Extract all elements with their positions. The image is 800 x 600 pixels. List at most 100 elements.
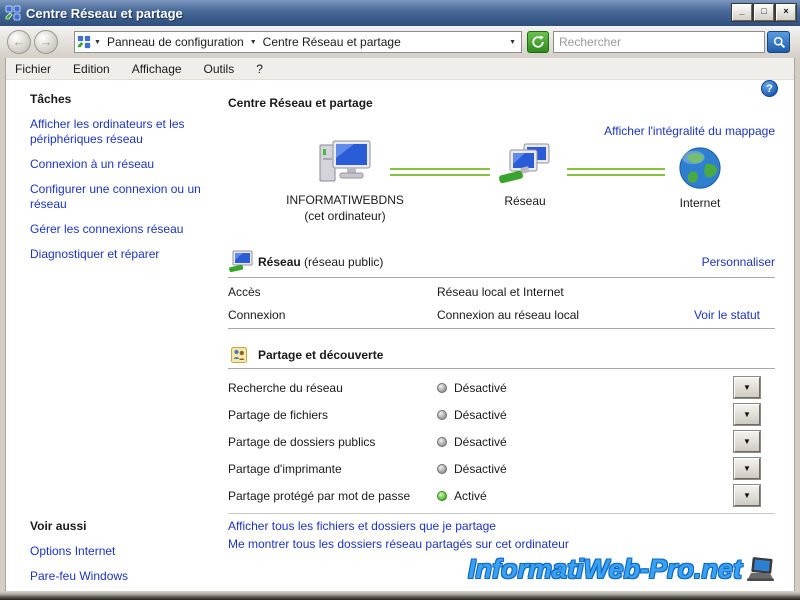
map-node-label: INFORMATIWEBDNS: [270, 193, 420, 207]
task-diagnose-repair[interactable]: Diagnostiquer et réparer: [30, 247, 215, 262]
show-shared-files-link[interactable]: Afficher tous les fichiers et dossiers q…: [228, 517, 569, 535]
access-row: Accès Réseau local et Internet: [228, 285, 775, 303]
status-dot: [437, 491, 447, 501]
task-view-computers[interactable]: Afficher les ordinateurs et les périphér…: [30, 117, 215, 147]
watermark-text: InformatiWeb-Pro.net: [468, 554, 742, 585]
network-small-icon: [228, 250, 254, 277]
globe-icon: [676, 145, 724, 191]
forward-button[interactable]: →: [34, 30, 58, 54]
map-node-label: Internet: [640, 196, 760, 210]
network-status-section: Réseau (réseau public) Personnaliser Acc…: [228, 250, 790, 330]
tasks-header: Tâches: [30, 92, 215, 106]
sharing-row-public-folder: Partage de dossiers publics Désactivé ▼: [228, 431, 775, 453]
status-dot: [437, 464, 447, 474]
chevron-down-icon[interactable]: ▼: [91, 39, 104, 46]
customize-link[interactable]: Personnaliser: [702, 255, 775, 269]
window-bottom-border: [0, 591, 800, 600]
expand-button[interactable]: ▼: [734, 377, 760, 398]
network-sharing-center-window: Centre Réseau et partage _ □ × ← → ▼ Pan…: [0, 0, 800, 600]
task-manage-connections[interactable]: Gérer les connexions réseau: [30, 222, 215, 237]
network-section-title: Réseau (réseau public): [258, 255, 383, 269]
map-node-internet[interactable]: Internet: [640, 145, 760, 210]
connection-value: Connexion au réseau local: [437, 308, 579, 322]
connection-row: Connexion Connexion au réseau local Voir…: [228, 308, 775, 326]
watermark: InformatiWeb-Pro.net: [468, 554, 776, 585]
help-icon[interactable]: ?: [761, 80, 778, 97]
view-status-link[interactable]: Voir le statut: [694, 308, 760, 322]
search-icon: [772, 35, 786, 49]
access-label: Accès: [228, 285, 261, 299]
menu-aide[interactable]: ?: [245, 60, 274, 78]
address-history-dropdown-icon[interactable]: ▼: [506, 39, 519, 46]
refresh-button[interactable]: [527, 31, 549, 53]
status-dot: [437, 437, 447, 447]
expand-button[interactable]: ▼: [734, 431, 760, 452]
menu-edition[interactable]: Edition: [62, 60, 121, 78]
address-network-icon: [77, 35, 91, 49]
sharing-row-network-discovery: Recherche du réseau Désactivé ▼: [228, 377, 775, 399]
expand-button[interactable]: ▼: [734, 485, 760, 506]
task-setup-connection[interactable]: Configurer une connexion ou un réseau: [30, 182, 215, 212]
status-text: Désactivé: [454, 462, 507, 476]
see-also-pane: Voir aussi Options Internet Pare-feu Win…: [30, 519, 215, 594]
sharing-row-password-protected: Partage protégé par mot de passe Activé …: [228, 485, 775, 507]
sharing-links: Afficher tous les fichiers et dossiers q…: [228, 517, 569, 553]
window-left-border: [0, 58, 6, 591]
status-text: Activé: [454, 489, 487, 503]
divider: [228, 513, 775, 514]
breadcrumb-root[interactable]: Panneau de configuration: [104, 35, 247, 49]
divider: [228, 277, 775, 278]
see-also-windows-firewall[interactable]: Pare-feu Windows: [30, 569, 215, 584]
tasks-pane: Tâches Afficher les ordinateurs et les p…: [30, 92, 215, 272]
expand-button[interactable]: ▼: [734, 404, 760, 425]
maximize-button[interactable]: □: [754, 4, 774, 21]
page-title: Centre Réseau et partage: [228, 96, 373, 110]
breadcrumb-current[interactable]: Centre Réseau et partage: [260, 35, 404, 49]
status-dot: [437, 383, 447, 393]
see-also-header: Voir aussi: [30, 519, 215, 533]
sharing-row-file-sharing: Partage de fichiers Désactivé ▼: [228, 404, 775, 426]
map-node-sublabel: (cet ordinateur): [270, 209, 420, 223]
sharing-row-label: Partage de dossiers publics: [228, 435, 375, 449]
status-text: Désactivé: [454, 435, 507, 449]
map-node-this-computer[interactable]: INFORMATIWEBDNS (cet ordinateur): [270, 140, 420, 223]
map-node-label: Réseau: [465, 194, 585, 208]
sharing-row-label: Partage protégé par mot de passe: [228, 489, 410, 503]
navigation-toolbar: ← → ▼ Panneau de configuration ▼ Centre …: [0, 26, 800, 59]
sharing-row-printer-sharing: Partage d'imprimante Désactivé ▼: [228, 458, 775, 480]
chevron-down-icon[interactable]: ▼: [247, 39, 260, 46]
laptop-icon: [746, 557, 776, 583]
address-bar[interactable]: ▼ Panneau de configuration ▼ Centre Rése…: [74, 31, 522, 53]
main-content: Centre Réseau et partage ? Afficher l'in…: [228, 80, 790, 592]
sharing-people-icon: [231, 347, 247, 366]
status-dot: [437, 410, 447, 420]
computer-icon: [316, 140, 374, 188]
sharing-section-title: Partage et découverte: [258, 348, 383, 362]
divider: [228, 328, 775, 329]
expand-button[interactable]: ▼: [734, 458, 760, 479]
search-input[interactable]: [553, 31, 765, 53]
menu-fichier[interactable]: Fichier: [4, 60, 62, 78]
status-text: Désactivé: [454, 381, 507, 395]
menu-outils[interactable]: Outils: [193, 60, 246, 78]
window-title: Centre Réseau et partage: [26, 6, 183, 21]
divider: [228, 368, 775, 369]
menu-bar: Fichier Edition Affichage Outils ?: [0, 58, 800, 80]
connection-label: Connexion: [228, 308, 285, 322]
search-button[interactable]: [767, 31, 790, 53]
see-also-internet-options[interactable]: Options Internet: [30, 544, 215, 559]
nav-buttons-group: ← →: [6, 29, 62, 55]
network-icon: [497, 143, 553, 189]
back-button[interactable]: ←: [7, 30, 31, 54]
menu-affichage[interactable]: Affichage: [121, 60, 193, 78]
network-app-icon: [5, 5, 21, 21]
show-shared-folders-link[interactable]: Me montrer tous les dossiers réseau part…: [228, 535, 569, 553]
task-connect-network[interactable]: Connexion à un réseau: [30, 157, 215, 172]
sharing-row-label: Partage de fichiers: [228, 408, 328, 422]
sharing-row-label: Recherche du réseau: [228, 381, 343, 395]
window-right-border: [794, 58, 800, 591]
close-button[interactable]: ×: [776, 4, 796, 21]
minimize-button[interactable]: _: [732, 4, 752, 21]
access-value: Réseau local et Internet: [437, 285, 564, 299]
status-text: Désactivé: [454, 408, 507, 422]
